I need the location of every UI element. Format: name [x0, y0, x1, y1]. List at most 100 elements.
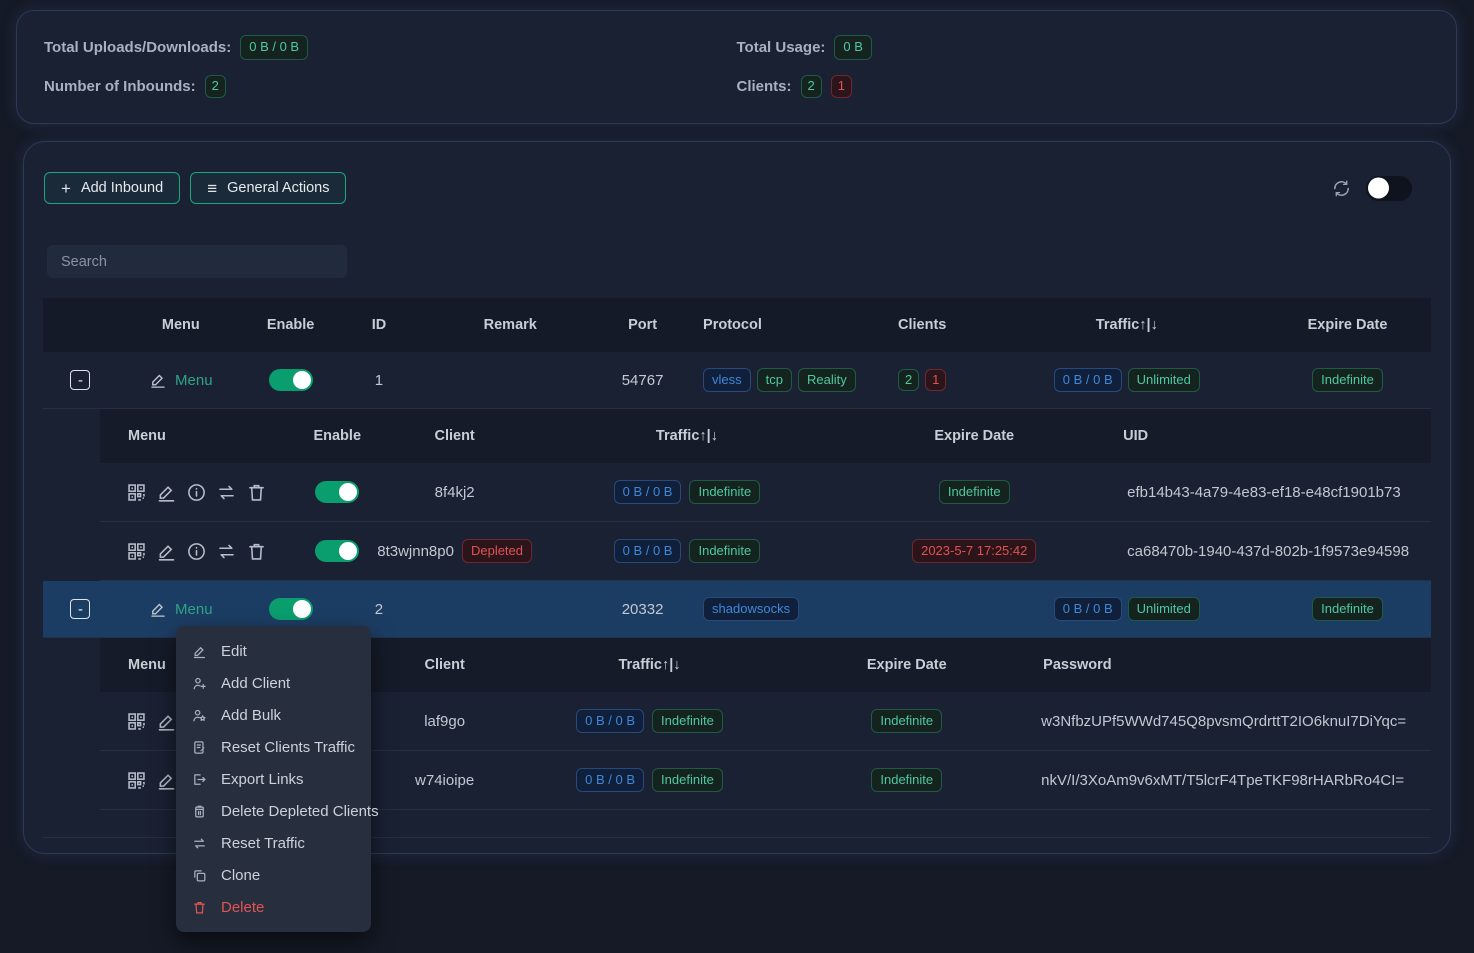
- traffic-total-tag: Indefinite: [689, 539, 760, 564]
- stat-uploads-label: Total Uploads/Downloads:: [44, 39, 231, 56]
- delete-icon[interactable]: [246, 541, 267, 562]
- client-expire-cell: Indefinite: [794, 709, 1019, 734]
- clients-table-1-header: Menu Enable Client Traffic↑|↓ Expire Dat…: [100, 409, 1431, 463]
- edit-pencil-icon[interactable]: [156, 770, 177, 791]
- client-uid: efb14b43-4a79-4e83-ef18-e48cf1901b73: [1099, 484, 1431, 501]
- inbound-id: 2: [338, 601, 421, 618]
- menu-item-reset-clients-traffic[interactable]: Reset Clients Traffic: [176, 731, 371, 763]
- menu-item-delete[interactable]: Delete: [176, 891, 371, 923]
- reset-traffic-icon[interactable]: [216, 541, 237, 562]
- traffic-total-tag: Unlimited: [1128, 597, 1200, 622]
- client-name: laf9go: [385, 713, 505, 730]
- search-input[interactable]: [47, 245, 347, 278]
- client-traffic-cell: 0 B / 0 B Indefinite: [505, 768, 795, 793]
- header-protocol: Protocol: [685, 317, 855, 333]
- stat-inbounds-value: 2: [205, 75, 226, 98]
- expire-date-tag: 2023-5-7 17:25:42: [912, 539, 1036, 564]
- header-menu: Menu: [100, 428, 290, 444]
- header-client: Client: [385, 657, 505, 673]
- client-expire-cell: 2023-5-7 17:25:42: [849, 539, 1099, 564]
- enable-toggle[interactable]: [269, 369, 313, 391]
- client-name: w74ioipe: [385, 772, 505, 789]
- refresh-icon[interactable]: [1332, 179, 1351, 198]
- inbound-menu-button[interactable]: Menu: [149, 371, 213, 389]
- menu-item-delete-depleted-clients[interactable]: Delete Depleted Clients: [176, 795, 371, 827]
- reset-traffic-icon: [192, 836, 207, 851]
- edit-pencil-icon[interactable]: [156, 541, 177, 562]
- inbound-menu-label: Menu: [175, 601, 213, 618]
- header-expire-date: Expire Date: [849, 428, 1099, 444]
- traffic-total-tag: Indefinite: [652, 768, 723, 793]
- traffic-tag: 0 B / 0 B: [1054, 368, 1122, 393]
- inbound-expire-cell: Indefinite: [1264, 368, 1431, 393]
- header-enable: Enable: [290, 428, 385, 444]
- inbound-id: 1: [338, 372, 421, 389]
- info-icon[interactable]: [186, 541, 207, 562]
- collapse-row-button[interactable]: -: [70, 370, 90, 390]
- traffic-total-tag: Unlimited: [1128, 368, 1200, 393]
- info-icon[interactable]: [186, 482, 207, 503]
- export-links-icon: [192, 772, 207, 787]
- inbound-menu-button[interactable]: Menu: [149, 600, 213, 618]
- expire-tag: Indefinite: [871, 709, 942, 734]
- qr-code-icon[interactable]: [126, 711, 147, 732]
- client-traffic-cell: 0 B / 0 B Indefinite: [505, 709, 795, 734]
- client-row: 8f4kj2 0 B / 0 B Indefinite Indefinite e…: [100, 463, 1431, 522]
- inbound-port: 54767: [600, 372, 685, 389]
- menu-item-edit[interactable]: Edit: [176, 635, 371, 667]
- expire-tag: Indefinite: [1312, 597, 1383, 622]
- qr-code-icon[interactable]: [126, 482, 147, 503]
- header-port: Port: [600, 317, 685, 333]
- header-traffic[interactable]: Traffic↑|↓: [990, 317, 1265, 333]
- client-name: 8t3wjnn8p0: [377, 543, 454, 560]
- menu-item-add-client[interactable]: Add Client: [176, 667, 371, 699]
- traffic-tag: 0 B / 0 B: [576, 768, 644, 793]
- dark-mode-toggle[interactable]: [1366, 176, 1412, 201]
- inbound-port: 20332: [600, 601, 685, 618]
- add-inbound-button[interactable]: + Add Inbound: [44, 172, 180, 204]
- menu-item-export-links[interactable]: Export Links: [176, 763, 371, 795]
- header-expire-date: Expire Date: [1264, 317, 1431, 333]
- expire-tag: Indefinite: [939, 480, 1010, 505]
- stat-usage-value: 0 B: [834, 35, 872, 60]
- menu-item-reset-traffic[interactable]: Reset Traffic: [176, 827, 371, 859]
- add-client-icon: [192, 676, 207, 691]
- header-traffic[interactable]: Traffic↑|↓: [505, 657, 795, 673]
- menu-item-clone[interactable]: Clone: [176, 859, 371, 891]
- client-enable-toggle[interactable]: [315, 481, 359, 503]
- stats-panel: Total Uploads/Downloads: 0 B / 0 B Total…: [16, 10, 1457, 124]
- traffic-tag: 0 B / 0 B: [614, 539, 682, 564]
- stat-clients-depleted-badge: 1: [831, 75, 852, 98]
- client-expire-cell: Indefinite: [849, 480, 1099, 505]
- clients-table-1: Menu Enable Client Traffic↑|↓ Expire Dat…: [100, 409, 1431, 581]
- traffic-total-tag: Indefinite: [652, 709, 723, 734]
- reset-traffic-icon[interactable]: [216, 482, 237, 503]
- enable-toggle[interactable]: [269, 598, 313, 620]
- menu-item-add-bulk[interactable]: Add Bulk: [176, 699, 371, 731]
- stat-uploads-value: 0 B / 0 B: [240, 35, 308, 60]
- client-actions: [100, 482, 290, 503]
- protocol-tag: tcp: [757, 368, 792, 393]
- delete-icon[interactable]: [246, 482, 267, 503]
- client-enable-toggle[interactable]: [315, 540, 359, 562]
- client-expire-cell: Indefinite: [794, 768, 1019, 793]
- collapse-row-button[interactable]: -: [70, 599, 90, 619]
- traffic-tag: 0 B / 0 B: [614, 480, 682, 505]
- header-traffic[interactable]: Traffic↑|↓: [525, 428, 850, 444]
- header-menu: Menu: [118, 317, 244, 333]
- qr-code-icon[interactable]: [126, 541, 147, 562]
- edit-pencil-icon: [192, 644, 207, 659]
- edit-pencil-icon[interactable]: [156, 711, 177, 732]
- inbound-protocol-tags: vless tcp Reality: [685, 368, 855, 393]
- edit-pencil-icon: [149, 600, 167, 618]
- stat-uploads-downloads: Total Uploads/Downloads: 0 B / 0 B: [44, 35, 737, 60]
- edit-pencil-icon[interactable]: [156, 482, 177, 503]
- qr-code-icon[interactable]: [126, 770, 147, 791]
- depleted-badge: Depleted: [462, 539, 532, 564]
- general-actions-button[interactable]: ≡ General Actions: [190, 172, 346, 204]
- client-traffic-cell: 0 B / 0 B Indefinite: [525, 480, 850, 505]
- inbound-menu-label: Menu: [175, 372, 213, 389]
- client-name: 8f4kj2: [385, 484, 525, 501]
- client-name-cell: 8t3wjnn8p0 Depleted: [385, 539, 525, 564]
- expire-tag: Indefinite: [871, 768, 942, 793]
